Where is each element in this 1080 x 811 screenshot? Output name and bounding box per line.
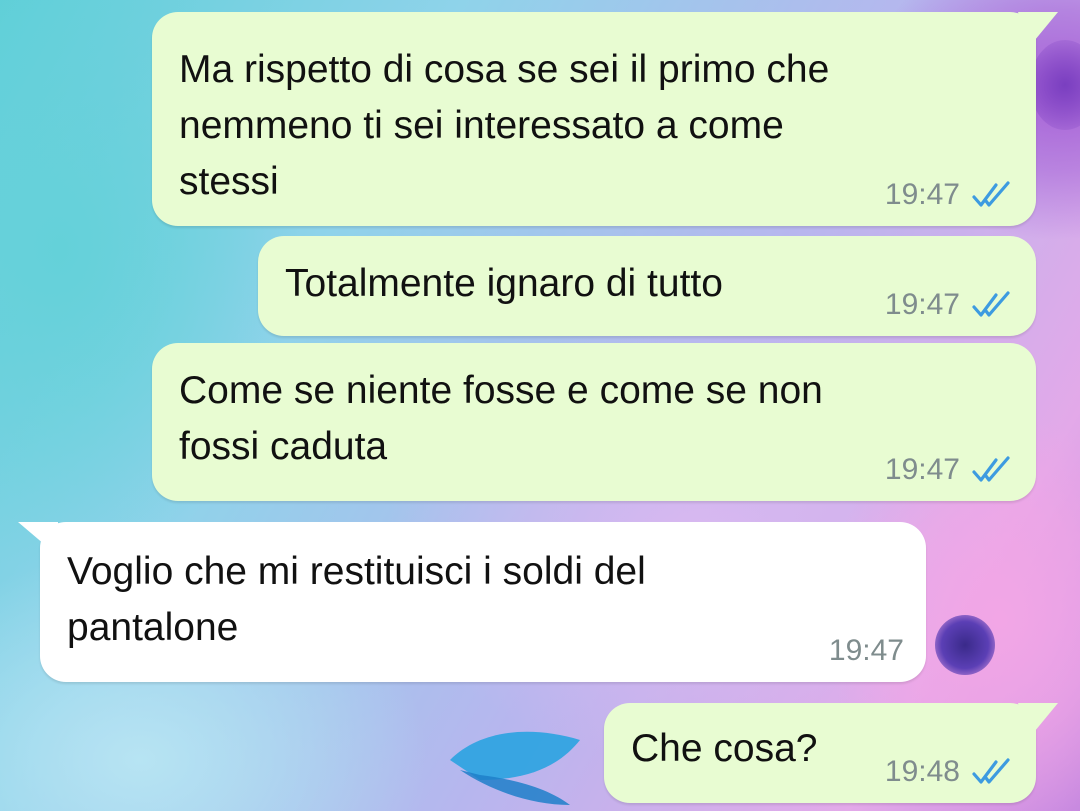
message-meta: 19:47 [885,180,1014,210]
message-time: 19:47 [884,288,960,321]
double-check-icon [972,456,1010,482]
message-text: Voglio che mi restituisci i soldi del pa… [67,550,646,649]
message-time: 19:47 [828,634,904,667]
butterfly-decoration [450,731,580,805]
flower-center-decoration [935,615,995,675]
double-check-icon [972,181,1010,207]
message-text: Totalmente ignaro di tutto [285,262,723,305]
message-meta: 19:47 [885,290,1014,320]
message-text: Ma rispetto di cosa se sei il primo che … [179,48,830,203]
double-check-icon [972,758,1010,784]
message-bubble-outgoing[interactable]: Ma rispetto di cosa se sei il primo che … [152,12,1058,226]
message-text: Che cosa? [631,727,818,770]
bubble-tail [18,522,58,556]
bubble-tail [1018,703,1058,737]
double-check-icon [972,291,1010,317]
message-meta: 19:48 [885,757,1014,787]
message-bubble-outgoing[interactable]: Come se niente fosse e come se non fossi… [152,343,1036,501]
flower-center-decoration [1030,40,1080,130]
message-bubble-outgoing[interactable]: Totalmente ignaro di tutto 19:47 [258,236,1036,336]
message-meta: 19:47 [829,636,904,666]
message-meta: 19:47 [885,455,1014,485]
bubble-tail [1018,12,1058,46]
message-time: 19:47 [884,453,960,486]
message-text: Come se niente fosse e come se non fossi… [179,369,823,468]
message-bubble-outgoing[interactable]: Che cosa? 19:48 [604,703,1058,803]
message-time: 19:47 [884,178,960,211]
message-bubble-incoming[interactable]: Voglio che mi restituisci i soldi del pa… [18,522,926,682]
message-time: 19:48 [884,755,960,788]
